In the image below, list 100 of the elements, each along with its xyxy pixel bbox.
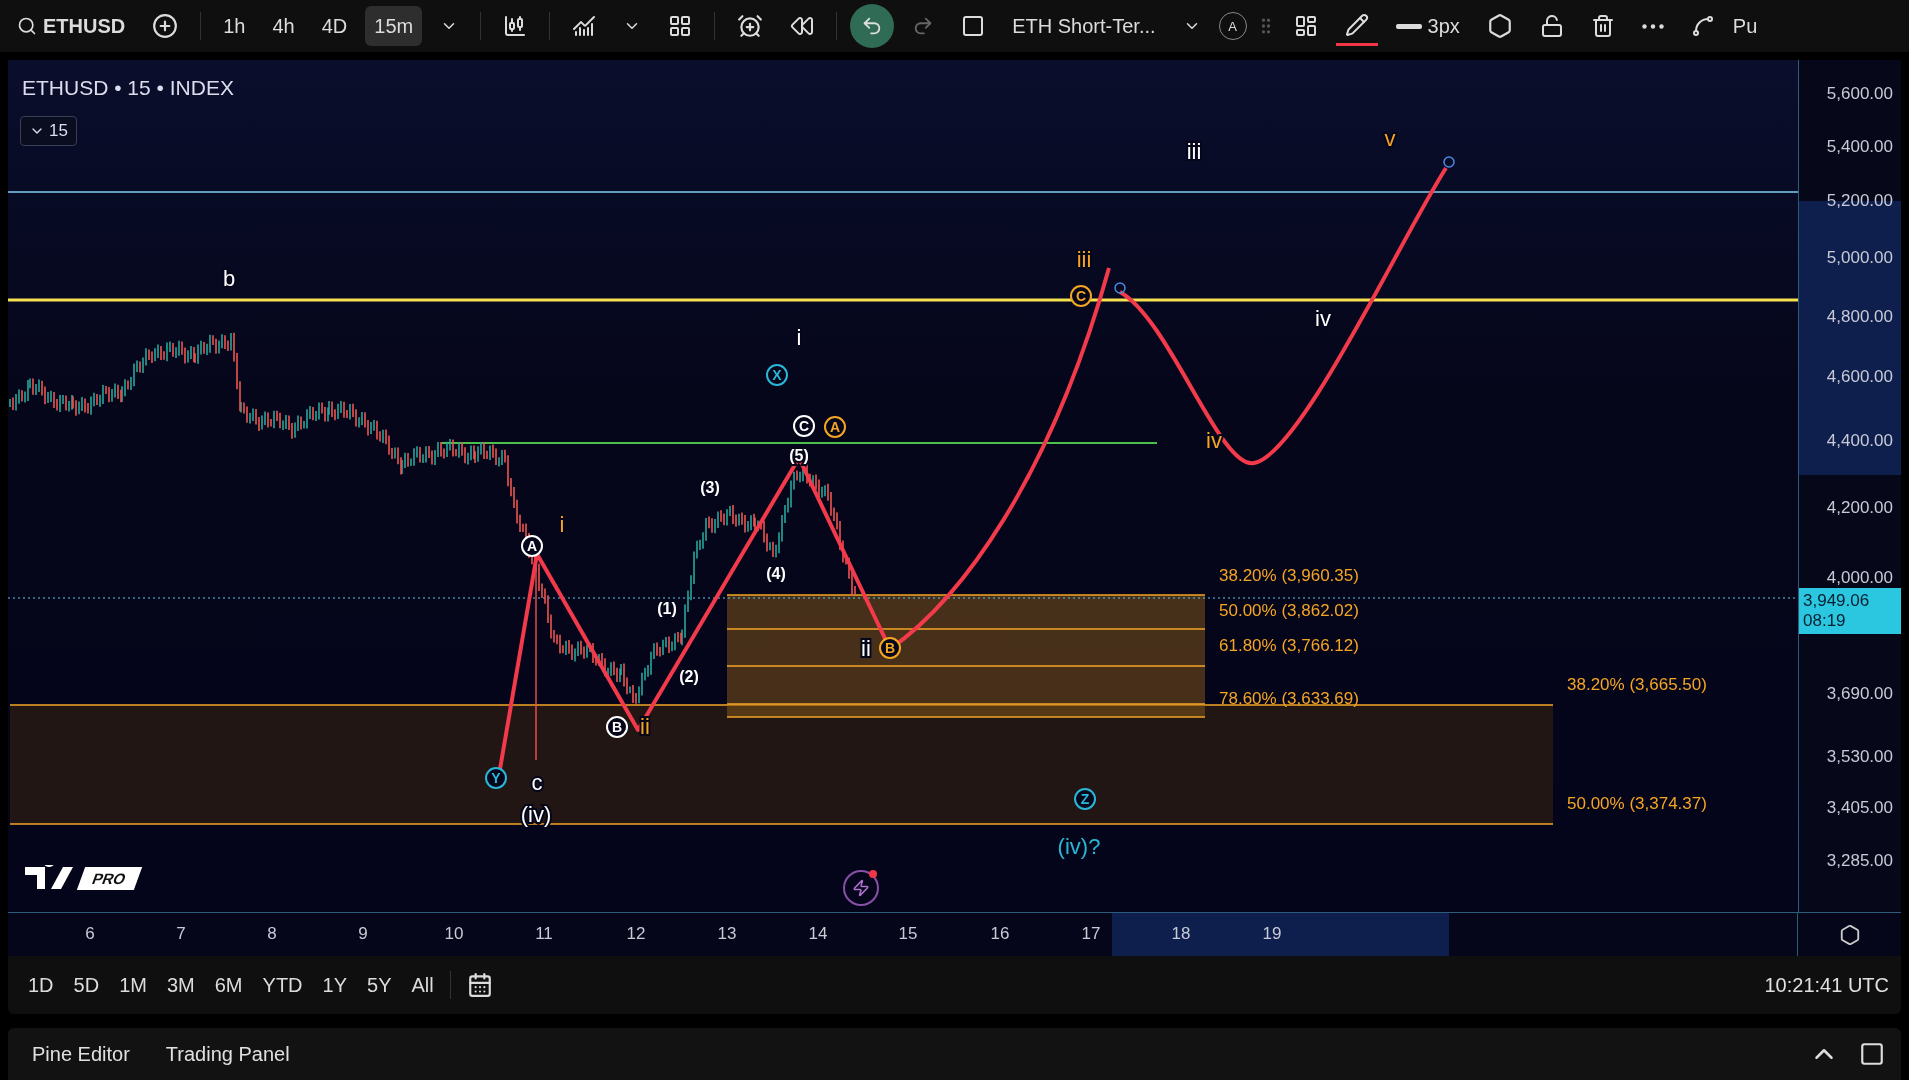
- circled-wave-label: A: [824, 416, 846, 438]
- wave-label: (iv)?: [1057, 834, 1101, 859]
- range-button[interactable]: 1Y: [314, 969, 355, 1001]
- range-button[interactable]: 3M: [158, 969, 203, 1001]
- curve-icon: [1690, 14, 1715, 38]
- wave-label: i: [796, 325, 802, 350]
- interval-tab[interactable]: 4D: [312, 6, 357, 46]
- range-button[interactable]: 1D: [20, 969, 62, 1001]
- price-label: 3,285.00: [1826, 851, 1893, 871]
- clock-text: 10:21:41 UTC: [1764, 973, 1889, 997]
- date-label: 10: [444, 924, 464, 944]
- price-label: 5,400.00: [1826, 137, 1893, 157]
- interval-tab[interactable]: 15m: [365, 6, 423, 46]
- wave-label: ii: [861, 636, 871, 661]
- circled-wave-label: X: [766, 364, 788, 386]
- wave-label: (iv): [520, 802, 552, 827]
- wave-label: (5): [789, 447, 809, 464]
- date-label: 16: [990, 924, 1010, 944]
- circled-wave-label: B: [879, 637, 901, 659]
- anchor-point[interactable]: [1443, 156, 1455, 168]
- grid-icon: [668, 14, 693, 38]
- square-icon: [961, 14, 986, 38]
- circled-wave-label: C: [793, 415, 815, 437]
- pro-badge: PRO: [76, 866, 142, 890]
- symbol-search-button[interactable]: ETHUSD: [8, 6, 135, 46]
- price-label: 4,000.00: [1826, 568, 1893, 588]
- layout-name-button[interactable]: ETH Short-Ter...: [1003, 6, 1165, 46]
- anchor-point[interactable]: [1114, 282, 1126, 294]
- more-icon: [1641, 23, 1664, 29]
- rewind-icon: [790, 14, 815, 38]
- fibonacci-label: 38.20% (3,960.35): [1219, 566, 1359, 585]
- trash-icon: [1590, 14, 1615, 38]
- fibonacci-label: 50.00% (3,862.02): [1219, 601, 1359, 620]
- fibonacci-label: 38.20% (3,665.50): [1567, 675, 1707, 694]
- range-button[interactable]: YTD: [254, 969, 311, 1001]
- unlock-icon: [1539, 14, 1564, 38]
- range-button[interactable]: All: [403, 969, 442, 1001]
- fibonacci-label: 61.80% (3,766.12): [1219, 636, 1359, 655]
- price-label: 5,600.00: [1826, 84, 1893, 104]
- wave-label: iii: [1076, 247, 1092, 272]
- interval-collapse-button[interactable]: 15: [20, 116, 77, 146]
- maximize-icon[interactable]: [1859, 1041, 1885, 1067]
- wave-label: i: [559, 512, 565, 537]
- interval-tab[interactable]: 1h: [214, 6, 255, 46]
- price-label: 3,690.00: [1826, 684, 1893, 704]
- current-price-badge: 3,949.06 08:19: [1799, 588, 1901, 634]
- lightning-button[interactable]: [843, 870, 879, 906]
- wave-label: iv: [1206, 428, 1222, 453]
- layout-icon: [1293, 14, 1318, 38]
- wave-label: (2): [679, 668, 699, 685]
- lightning-icon: [852, 879, 870, 897]
- date-label: 8: [267, 924, 277, 944]
- date-label: 15: [898, 924, 918, 944]
- wave-label: v: [1384, 126, 1396, 151]
- range-button[interactable]: 6M: [206, 969, 251, 1001]
- toolbar-cut-label: Pu: [1732, 14, 1758, 38]
- date-label: 11: [535, 924, 553, 944]
- date-label: 14: [808, 924, 828, 944]
- hexagon-icon: [1486, 13, 1513, 39]
- price-label: 5,200.00: [1826, 191, 1893, 211]
- panel-tab[interactable]: Trading Panel: [157, 1038, 298, 1070]
- price-label: 3,530.00: [1826, 747, 1893, 767]
- chart-legend: ETHUSD • 15 • INDEX: [22, 76, 234, 100]
- price-label: 5,000.00: [1826, 248, 1893, 268]
- range-button[interactable]: 5D: [65, 969, 108, 1001]
- price-label: 4,600.00: [1826, 367, 1893, 387]
- range-button[interactable]: 1M: [111, 969, 155, 1001]
- alarm-clock-icon: [737, 13, 764, 39]
- wave-label: b: [222, 266, 236, 291]
- undo-button[interactable]: [850, 4, 895, 48]
- date-label: 6: [85, 924, 95, 944]
- fibonacci-label: 78.60% (3,633.69): [1219, 689, 1359, 708]
- wave-label: (1): [657, 600, 677, 617]
- price-label: 4,400.00: [1826, 431, 1893, 451]
- price-label: 3,405.00: [1826, 798, 1893, 818]
- date-label: 9: [358, 924, 368, 944]
- price-label: 4,800.00: [1826, 307, 1893, 327]
- circled-wave-label: A: [521, 535, 543, 557]
- search-icon: [17, 16, 37, 36]
- circled-wave-label: C: [1070, 285, 1092, 307]
- date-label: 7: [176, 924, 186, 944]
- plus-circle-icon: [152, 13, 179, 39]
- calendar-icon: [466, 972, 493, 998]
- panel-tab[interactable]: Pine Editor: [24, 1038, 138, 1070]
- line-width-button[interactable]: 3px: [1386, 6, 1469, 46]
- price-label: 4,200.00: [1826, 498, 1893, 518]
- date-label: 13: [717, 924, 737, 944]
- date-label: 19: [1262, 924, 1282, 944]
- fibonacci-label: 50.00% (3,374.37): [1567, 794, 1707, 813]
- pencil-icon: [1344, 12, 1369, 37]
- chart-icon: [572, 14, 597, 38]
- settings-icon[interactable]: [1838, 923, 1861, 946]
- interval-tab[interactable]: 4h: [263, 6, 304, 46]
- circled-wave-label: B: [606, 716, 628, 738]
- circled-wave-label: Y: [485, 767, 507, 789]
- wave-label: (4): [766, 565, 786, 582]
- date-label: 18: [1171, 924, 1191, 944]
- range-button[interactable]: 5Y: [359, 969, 400, 1001]
- date-label: 17: [1081, 924, 1101, 944]
- wave-label: c: [531, 770, 543, 795]
